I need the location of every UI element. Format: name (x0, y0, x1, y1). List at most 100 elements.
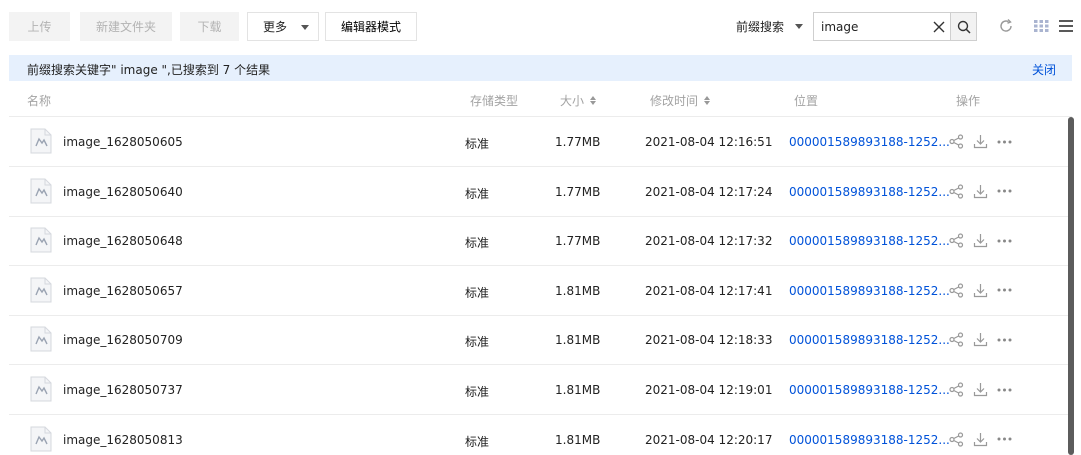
file-size: 1.81MB (555, 383, 601, 397)
row-actions (949, 183, 1021, 199)
scrollbar-thumb[interactable] (1068, 117, 1074, 455)
location-link[interactable]: 000001589893188-1252... (789, 383, 950, 397)
file-size: 1.77MB (555, 234, 601, 249)
file-name[interactable]: image_1628050648 (63, 234, 183, 248)
clear-icon[interactable] (927, 13, 951, 40)
file-size: 1.77MB (555, 135, 601, 149)
modified-time: 2021-08-04 12:16:51 (645, 135, 773, 149)
storage-type: 标准 (465, 236, 490, 251)
file-name[interactable]: image_1628050737 (63, 383, 183, 397)
location-link[interactable]: 000001589893188-1252... (789, 135, 950, 149)
more-dropdown[interactable]: 更多 (247, 12, 319, 41)
location-link[interactable]: 000001589893188-1252... (789, 333, 950, 347)
download-icon[interactable] (973, 382, 988, 397)
table-row[interactable]: image_1628050648 标准 1.77MB 2021-08-04 12:17… (9, 216, 1068, 267)
sort-icon[interactable] (704, 96, 711, 105)
file-name[interactable]: image_1628050813 (63, 433, 183, 447)
row-actions (949, 233, 1021, 248)
download-icon[interactable] (973, 332, 988, 347)
file-size: 1.81MB (555, 283, 601, 298)
table-row[interactable]: image_1628050813 标准 1.81MB 2021-08-04 12:20… (9, 415, 1068, 455)
more-icon[interactable] (997, 338, 1012, 342)
refresh-icon[interactable] (996, 16, 1016, 36)
share-icon[interactable] (949, 382, 964, 397)
location-link[interactable]: 000001589893188-1252... (789, 284, 950, 298)
share-icon[interactable] (949, 332, 964, 347)
download-icon[interactable] (973, 184, 988, 199)
download-button[interactable]: 下载 (180, 12, 239, 41)
column-header-modified[interactable]: 修改时间 (650, 92, 711, 109)
modified-time: 2021-08-04 12:17:41 (645, 283, 773, 298)
table-row[interactable]: image_1628050605 标准 1.77MB 2021-08-04 12:16… (9, 117, 1068, 167)
upload-button[interactable]: 上传 (9, 12, 70, 41)
row-actions (949, 134, 1021, 149)
column-header-storage: 存储类型 (470, 94, 519, 108)
image-file-icon (30, 426, 52, 452)
file-name[interactable]: image_1628050657 (63, 284, 183, 298)
modified-time: 2021-08-04 12:17:32 (645, 234, 773, 249)
sort-icon[interactable] (590, 96, 597, 105)
vertical-scrollbar[interactable] (1068, 117, 1074, 455)
download-icon[interactable] (973, 233, 988, 248)
download-icon[interactable] (973, 432, 988, 447)
prefix-search-label: 前缀搜索 (736, 20, 785, 34)
share-icon[interactable] (949, 183, 964, 199)
grid-view-icon[interactable] (1031, 16, 1051, 36)
location-link[interactable]: 000001589893188-1252... (789, 185, 950, 199)
chevron-down-icon (795, 24, 804, 29)
column-header-location: 位置 (794, 94, 819, 108)
storage-type: 标准 (465, 434, 490, 449)
more-label: 更多 (263, 20, 288, 34)
image-file-icon (30, 227, 52, 253)
chevron-down-icon (301, 25, 309, 30)
table-row[interactable]: image_1628050709 标准 1.81MB 2021-08-04 12:18… (9, 315, 1068, 366)
more-icon[interactable] (997, 140, 1012, 144)
table-row[interactable]: image_1628050657 标准 1.81MB 2021-08-04 12:17… (9, 266, 1068, 316)
more-icon[interactable] (997, 239, 1012, 243)
column-header-name: 名称 (27, 94, 52, 108)
row-actions (949, 431, 1021, 447)
file-name[interactable]: image_1628050605 (63, 135, 183, 149)
new-folder-button[interactable]: 新建文件夹 (80, 12, 172, 41)
share-icon[interactable] (949, 134, 964, 149)
search-input[interactable] (814, 13, 924, 40)
file-name[interactable]: image_1628050640 (63, 185, 183, 199)
storage-type: 标准 (465, 335, 490, 350)
location-link[interactable]: 000001589893188-1252... (789, 234, 950, 248)
prefix-search-select[interactable]: 前缀搜索 (736, 12, 804, 41)
storage-type: 标准 (465, 137, 490, 151)
storage-type: 标准 (465, 186, 490, 201)
more-icon[interactable] (997, 189, 1012, 193)
more-icon[interactable] (997, 288, 1012, 292)
modified-time: 2021-08-04 12:20:17 (645, 432, 773, 447)
column-header-size[interactable]: 大小 (560, 92, 597, 109)
search-button[interactable] (950, 13, 976, 40)
location-link[interactable]: 000001589893188-1252... (789, 433, 950, 447)
file-size: 1.77MB (555, 184, 601, 199)
row-actions (949, 382, 1021, 397)
image-file-icon (30, 326, 52, 352)
download-icon[interactable] (973, 283, 988, 298)
image-file-icon (30, 376, 52, 402)
search-result-message: 前缀搜索关键字" image ",已搜索到 7 个结果 (27, 63, 271, 77)
share-icon[interactable] (949, 431, 964, 447)
share-icon[interactable] (949, 283, 964, 298)
download-icon[interactable] (973, 134, 988, 149)
close-banner-link[interactable]: 关闭 (1032, 61, 1056, 78)
search-result-banner: 前缀搜索关键字" image ",已搜索到 7 个结果 关闭 (9, 55, 1072, 81)
modified-time: 2021-08-04 12:19:01 (645, 383, 773, 397)
file-list: image_1628050605 标准 1.77MB 2021-08-04 12:16… (0, 117, 1068, 455)
storage-type: 标准 (465, 285, 490, 300)
column-header-size-label: 大小 (560, 94, 585, 108)
table-row[interactable]: image_1628050737 标准 1.81MB 2021-08-04 12:19… (9, 365, 1068, 415)
image-file-icon (30, 128, 52, 154)
editor-mode-button[interactable]: 编辑器模式 (325, 12, 417, 41)
file-size: 1.81MB (555, 432, 601, 447)
table-row[interactable]: image_1628050640 标准 1.77MB 2021-08-04 12:17… (9, 167, 1068, 217)
share-icon[interactable] (949, 233, 964, 248)
more-icon[interactable] (997, 388, 1012, 392)
more-icon[interactable] (997, 437, 1012, 441)
file-name[interactable]: image_1628050709 (63, 333, 183, 347)
column-header-modified-label: 修改时间 (650, 94, 699, 108)
list-view-icon[interactable] (1056, 16, 1076, 36)
